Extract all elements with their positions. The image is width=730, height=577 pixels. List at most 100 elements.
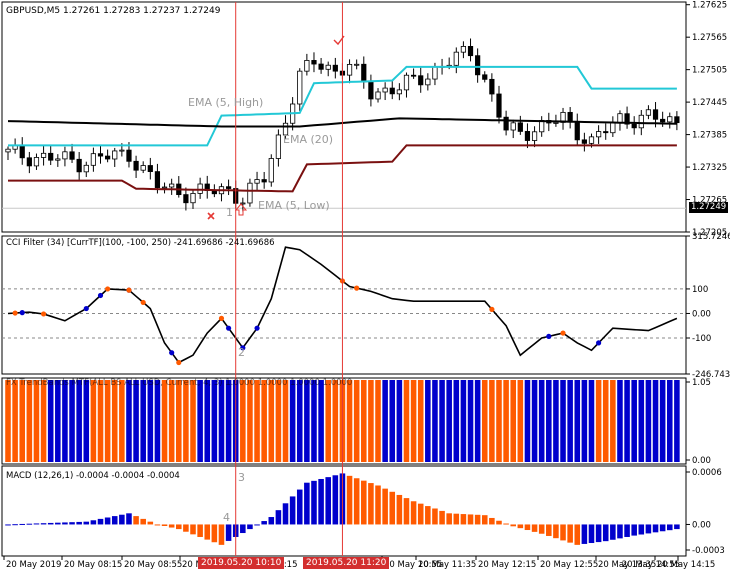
macd-histogram-bar: [55, 522, 61, 525]
main-price-panel[interactable]: [2, 38, 686, 212]
label-ema-low: EMA (5, Low): [258, 199, 330, 212]
candle-body: [275, 134, 282, 159]
macd-histogram-bar: [304, 482, 310, 525]
cci-signal-dot: [354, 285, 360, 291]
trend-band-bar: [55, 380, 61, 462]
macd-histogram-bar: [531, 524, 538, 532]
axis-tick-label: 100: [692, 285, 708, 295]
time-highlight-2: 2019.05.20 11:20: [303, 557, 390, 569]
candle-body: [354, 63, 360, 66]
trend-band-bar: [659, 380, 666, 462]
trend-band-bar: [645, 380, 652, 462]
macd-histogram-bar: [674, 524, 680, 530]
trend-band-bar: [389, 380, 396, 462]
trend-band-bar: [652, 380, 659, 462]
macd-histogram-bar: [26, 523, 33, 525]
macd-histogram-bar: [97, 518, 104, 525]
axis-tick-label: 1.05: [692, 378, 711, 388]
cci-signal-dot: [169, 350, 175, 356]
macd-histogram-bar: [247, 524, 253, 530]
cci-signal-dot: [97, 292, 104, 299]
trend-band-bar: [496, 380, 502, 462]
macd-histogram-bar: [126, 513, 132, 525]
trend-band-bar: [425, 380, 431, 462]
macd-histogram-bar: [190, 524, 196, 535]
candle-body: [147, 165, 153, 172]
candle-body: [183, 194, 189, 204]
trend-band-bar: [382, 380, 388, 462]
macd-histogram-bar: [524, 524, 531, 531]
macd-histogram-bar: [503, 523, 509, 525]
axis-tick-label: 1.27625: [692, 1, 727, 11]
macd-histogram-bar: [111, 516, 118, 525]
chart-canvas[interactable]: GBPUSD,M5 1.27261 1.27283 1.27237 1.2724…: [0, 0, 730, 574]
trend-band-bar: [410, 380, 417, 462]
trend-band-bar: [361, 380, 367, 462]
macd-histogram-bar: [69, 522, 75, 525]
macd-histogram-bar: [446, 513, 452, 525]
trend-band-bar: [318, 380, 324, 462]
candle-body: [610, 122, 616, 134]
macd-histogram-bar: [553, 524, 559, 539]
candle-body: [517, 122, 523, 132]
cci-signal-dot: [489, 306, 495, 312]
trend-band-bar: [282, 380, 289, 462]
trend-band-bar: [553, 380, 559, 462]
price-axis: 1.27625 1.27565 1.27505 1.27445 1.27385 1.273…: [686, 1, 730, 556]
macd-histogram-bar: [33, 523, 40, 525]
trend-band-bar: [154, 380, 161, 462]
trend-band-bar: [197, 380, 203, 462]
candle-body: [325, 64, 331, 70]
macd-histogram-bar: [104, 517, 111, 525]
candle-body: [169, 183, 175, 188]
trend-band-bar: [254, 380, 260, 462]
trend-band-bar: [617, 380, 623, 462]
macd-histogram-bar: [261, 521, 267, 525]
axis-tick-label: -0.0003: [692, 546, 725, 556]
trend-band-bar: [140, 380, 146, 462]
trend-band-bar: [666, 380, 673, 462]
candle-body: [403, 74, 410, 91]
candle-body: [660, 118, 666, 123]
macd-histogram-bar: [325, 477, 331, 525]
candle-body: [603, 131, 609, 134]
macd-histogram-bar: [474, 514, 481, 525]
candle-body: [33, 157, 40, 167]
time-label: 20 May 12:55: [540, 560, 598, 570]
candle-body: [652, 109, 659, 120]
trend-band-bar: [111, 380, 118, 462]
cci-signal-dot: [40, 311, 47, 317]
candle-body: [432, 66, 438, 80]
main-header: GBPUSD,M5 1.27261 1.27283 1.27237 1.2724…: [6, 6, 221, 16]
trend-band-bar: [275, 380, 282, 462]
candle-body: [674, 116, 680, 124]
candle-body: [567, 111, 573, 122]
cci-signal-dot: [176, 359, 182, 366]
candle-body: [140, 165, 146, 171]
trend-band-bar: [467, 380, 474, 462]
trend-band-bar: [147, 380, 154, 462]
macd-histogram-bar: [311, 480, 317, 525]
time-label: 20 May 14:55: [622, 560, 680, 570]
macd-histogram-bar: [659, 524, 666, 532]
macd-histogram-bar: [12, 524, 18, 526]
trend-band-bar: [211, 380, 218, 462]
trend-band-bar: [268, 380, 275, 462]
marker-2: 2: [238, 346, 245, 359]
trend-band-bar: [69, 380, 75, 462]
candle-body: [510, 122, 516, 131]
candle-body: [588, 136, 595, 144]
macd-histogram-bar: [638, 524, 645, 535]
cci-panel[interactable]: [2, 246, 686, 366]
axis-tick-label: 0.00: [692, 456, 711, 466]
candle-body: [553, 122, 559, 124]
candle-body: [524, 131, 531, 141]
candle-body: [418, 75, 424, 86]
trend-band-bar: [346, 380, 353, 462]
candle-body: [382, 87, 388, 93]
macd-histogram-bar: [289, 496, 296, 525]
trend-band-bar: [19, 380, 26, 462]
macd-histogram-bar: [510, 524, 516, 527]
macd-histogram-bar: [666, 524, 673, 531]
trend-band-bar: [133, 380, 139, 462]
